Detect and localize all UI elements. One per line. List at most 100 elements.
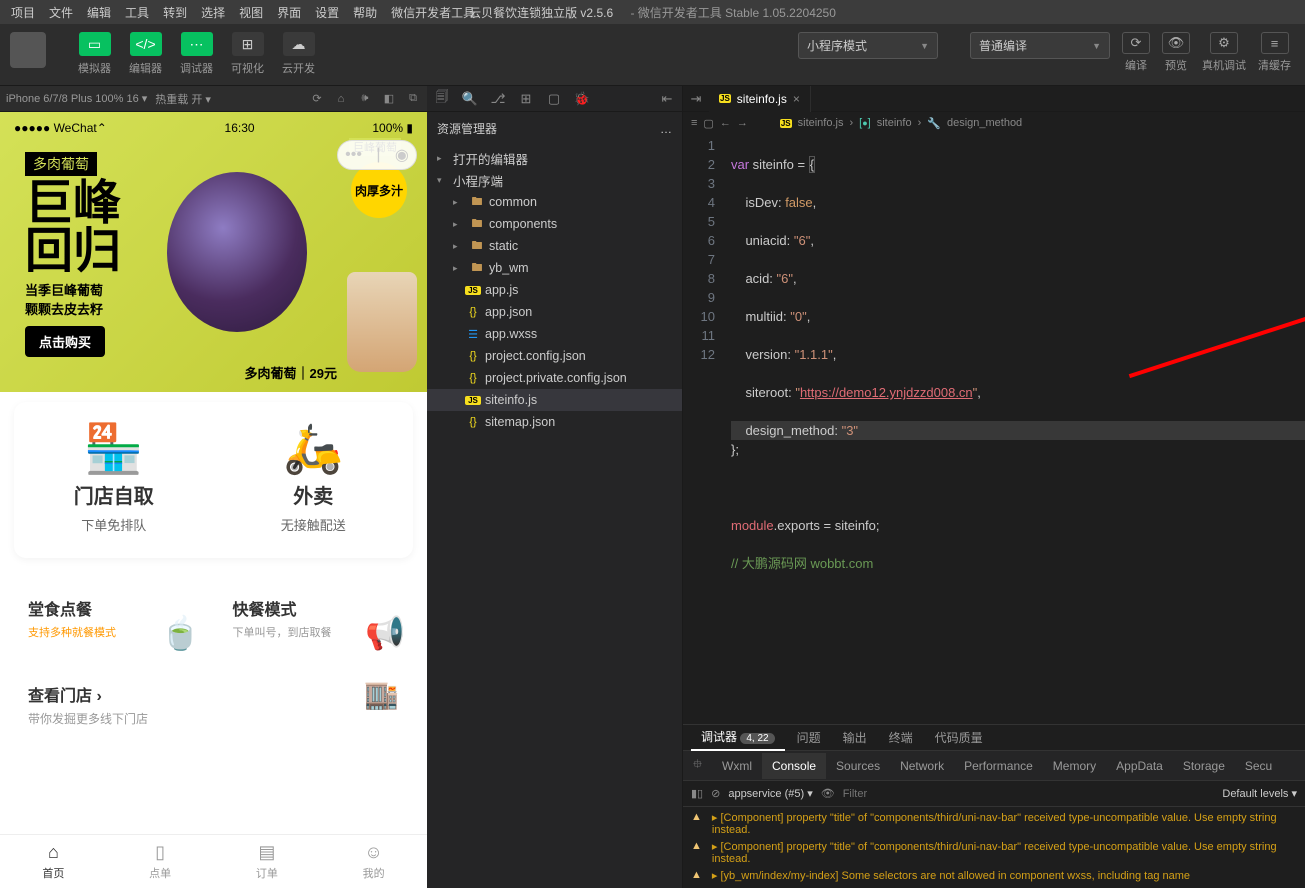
console-line[interactable]: ▸ [Component] property "title" of "compo… bbox=[683, 809, 1305, 838]
bookmark-icon[interactable]: ≡ bbox=[691, 117, 697, 129]
compile-button[interactable]: ⟳编译 bbox=[1118, 32, 1154, 73]
close-icon[interactable]: × bbox=[793, 92, 800, 106]
code-editor[interactable]: 123456789101112 var siteinfo = { isDev: … bbox=[683, 134, 1305, 724]
console-line[interactable]: ▸ [yb_wm/index/my-index] Some selectors … bbox=[683, 867, 1305, 884]
menu-item[interactable]: 界面 bbox=[270, 4, 308, 21]
volume-icon[interactable]: 🕪 bbox=[357, 91, 373, 107]
tab-order[interactable]: ▯点单 bbox=[107, 842, 214, 881]
tree-file[interactable]: {}project.private.config.json bbox=[427, 367, 682, 389]
tree-file[interactable]: {}sitemap.json bbox=[427, 411, 682, 433]
panel-tab[interactable]: Storage bbox=[1173, 759, 1235, 773]
device-select[interactable]: iPhone 6/7/8 Plus 100% 16 ▾ bbox=[6, 92, 147, 105]
remote-debug-button[interactable]: ⚙真机调试 bbox=[1198, 32, 1250, 73]
debugger-tab[interactable]: 输出 bbox=[833, 725, 877, 750]
cloud-button[interactable]: ☁云开发 bbox=[276, 32, 321, 76]
menu-item[interactable]: 选择 bbox=[194, 4, 232, 21]
tree-folder[interactable]: ▸🖿static bbox=[427, 235, 682, 257]
compile-dropdown[interactable]: 普通编译▼ bbox=[970, 32, 1110, 59]
simulator-header: iPhone 6/7/8 Plus 100% 16 ▾ 热重载 开 ▾ ⟳ ⌂ … bbox=[0, 86, 427, 112]
files-icon[interactable]: 🗐 bbox=[433, 90, 451, 108]
tree-file[interactable]: ☰app.wxss bbox=[427, 323, 682, 345]
panel-tab[interactable]: Memory bbox=[1043, 759, 1106, 773]
tree-folder[interactable]: ▸🖿common bbox=[427, 191, 682, 213]
menu-item[interactable]: 转到 bbox=[156, 4, 194, 21]
panel-tab[interactable]: Wxml bbox=[712, 759, 762, 773]
tree-file[interactable]: {}app.json bbox=[427, 301, 682, 323]
ext-icon[interactable]: ⊞ bbox=[517, 90, 535, 108]
collapse-icon[interactable]: ⇤ bbox=[658, 90, 676, 108]
box-icon[interactable]: ▢ bbox=[545, 90, 563, 108]
editor-button[interactable]: </>编辑器 bbox=[123, 32, 168, 76]
js-icon: JS bbox=[465, 396, 481, 405]
levels-select[interactable]: Default levels ▾ bbox=[1222, 787, 1297, 800]
code-content[interactable]: var siteinfo = { isDev: false, uniacid: … bbox=[727, 134, 1305, 724]
split-icon[interactable]: ◧ bbox=[381, 91, 397, 107]
breadcrumb-item[interactable]: siteinfo bbox=[877, 117, 912, 129]
menu-item[interactable]: 编辑 bbox=[80, 4, 118, 21]
tree-section[interactable]: ▸打开的编辑器 bbox=[427, 147, 682, 169]
explorer-panel: 🗐 🔍 ⎇ ⊞ ▢ 🐞 ⇤ 资源管理器… ▸打开的编辑器 ▾小程序端 ▸🖿com… bbox=[427, 86, 683, 888]
outline-icon[interactable]: ▢ bbox=[703, 117, 713, 130]
search-icon[interactable]: 🔍 bbox=[461, 90, 479, 108]
sidebar-toggle-icon[interactable]: ⇥ bbox=[683, 86, 709, 112]
home-icon[interactable]: ⌂ bbox=[333, 91, 349, 107]
dinein-card[interactable]: 堂食点餐 支持多种就餐模式 🍵 bbox=[14, 582, 209, 656]
menu-item[interactable]: 项目 bbox=[4, 4, 42, 21]
debug-icon[interactable]: 🐞 bbox=[573, 90, 591, 108]
hot-reload-toggle[interactable]: 热重载 开 ▾ bbox=[155, 91, 211, 107]
forward-icon[interactable]: → bbox=[737, 117, 748, 129]
tab-orders[interactable]: ▤订单 bbox=[214, 842, 321, 881]
panel-tab[interactable]: AppData bbox=[1106, 759, 1173, 773]
tab-home[interactable]: ⌂首页 bbox=[0, 842, 107, 881]
console-line[interactable]: ▸ [Component] property "title" of "compo… bbox=[683, 838, 1305, 867]
more-icon[interactable]: … bbox=[660, 122, 672, 136]
menu-item[interactable]: 设置 bbox=[308, 4, 346, 21]
tab-me[interactable]: ☺我的 bbox=[320, 842, 427, 881]
breadcrumb-item[interactable]: design_method bbox=[947, 117, 1022, 129]
refresh-icon[interactable]: ⟳ bbox=[309, 91, 325, 107]
debugger-button[interactable]: ⋯调试器 bbox=[174, 32, 219, 76]
panel-tab[interactable]: Network bbox=[890, 759, 954, 773]
menu-item[interactable]: 视图 bbox=[232, 4, 270, 21]
visual-button[interactable]: ⊞可视化 bbox=[225, 32, 270, 76]
tree-folder[interactable]: ▸🖿yb_wm bbox=[427, 257, 682, 279]
clear-icon[interactable]: ⊘ bbox=[711, 787, 720, 800]
panel-tab[interactable]: Sources bbox=[826, 759, 890, 773]
simulator-button[interactable]: ▭模拟器 bbox=[72, 32, 117, 76]
status-time: 16:30 bbox=[225, 121, 255, 135]
pickup-card[interactable]: 🏪 门店自取 下单免排队 bbox=[14, 402, 214, 558]
preview-button[interactable]: 👁预览 bbox=[1158, 32, 1194, 73]
tree-file[interactable]: JSapp.js bbox=[427, 279, 682, 301]
panel-tab[interactable]: Secu bbox=[1235, 759, 1282, 773]
delivery-card[interactable]: 🛵 外卖 无接触配送 bbox=[214, 402, 414, 558]
fastfood-card[interactable]: 快餐模式 下单叫号，到店取餐 📢 bbox=[219, 582, 414, 656]
view-stores-card[interactable]: 查看门店 › 带你发掘更多线下门店 🏬 bbox=[14, 668, 413, 741]
popout-icon[interactable]: ⧉ bbox=[405, 91, 421, 107]
editor-tab[interactable]: JSsiteinfo.js× bbox=[709, 86, 811, 112]
eye-icon[interactable]: 👁 bbox=[821, 787, 835, 800]
scope-select[interactable]: appservice (#5) ▾ bbox=[728, 787, 812, 800]
inspect-icon[interactable]: ⯐ bbox=[683, 755, 712, 776]
capsule-button[interactable]: •••|◉ bbox=[337, 140, 417, 170]
panel-tab[interactable]: Performance bbox=[954, 759, 1043, 773]
filter-input[interactable] bbox=[843, 788, 1215, 800]
panel-tab-console[interactable]: Console bbox=[762, 753, 826, 779]
debugger-tab[interactable]: 调试器 4, 22 bbox=[691, 724, 785, 751]
tree-file[interactable]: {}project.config.json bbox=[427, 345, 682, 367]
tree-file-selected[interactable]: JSsiteinfo.js bbox=[427, 389, 682, 411]
menu-item[interactable]: 帮助 bbox=[346, 4, 384, 21]
mode-dropdown[interactable]: 小程序模式▼ bbox=[798, 32, 938, 59]
debugger-tab[interactable]: 代码质量 bbox=[925, 725, 993, 750]
breadcrumb-item[interactable]: siteinfo.js bbox=[798, 117, 844, 129]
buy-button[interactable]: 点击购买 bbox=[25, 326, 105, 357]
tree-folder[interactable]: ▸🖿components bbox=[427, 213, 682, 235]
clear-cache-button[interactable]: ≡清缓存 bbox=[1254, 32, 1295, 73]
menu-item[interactable]: 工具 bbox=[118, 4, 156, 21]
branch-icon[interactable]: ⎇ bbox=[489, 90, 507, 108]
debugger-tab[interactable]: 终端 bbox=[879, 725, 923, 750]
menu-item[interactable]: 文件 bbox=[42, 4, 80, 21]
debugger-tab[interactable]: 问题 bbox=[787, 725, 831, 750]
tree-section[interactable]: ▾小程序端 bbox=[427, 169, 682, 191]
sidebar-icon[interactable]: ▮▯ bbox=[691, 787, 703, 800]
back-icon[interactable]: ← bbox=[720, 117, 731, 129]
